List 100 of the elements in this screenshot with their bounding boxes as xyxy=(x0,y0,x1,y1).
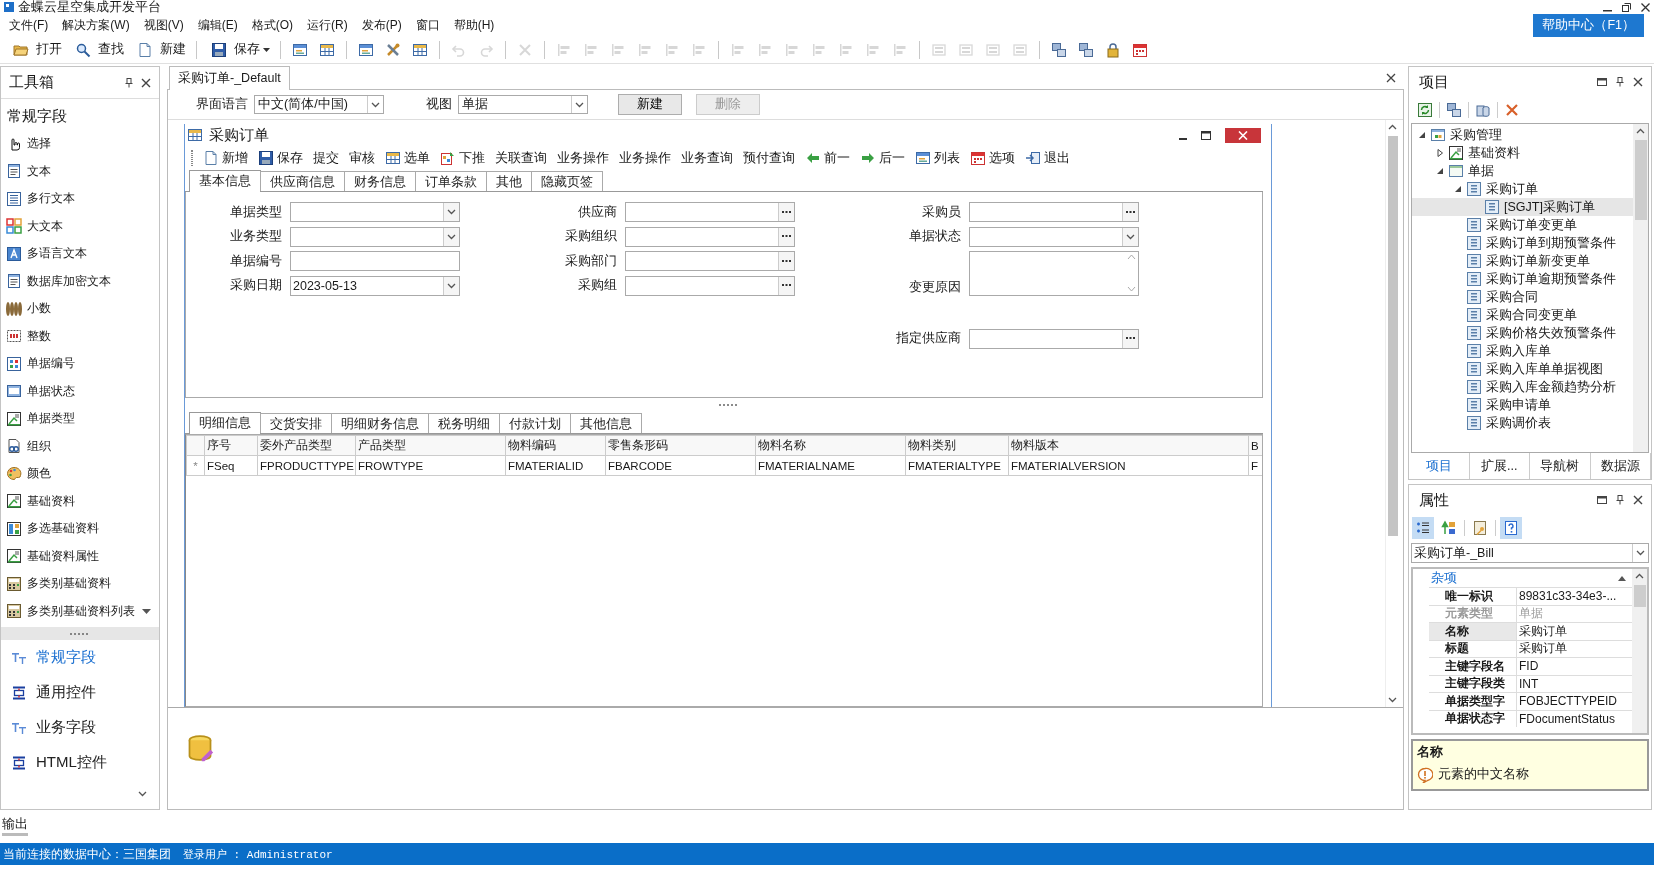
toolbar-button[interactable]: 查找 xyxy=(68,39,127,60)
chevron-down-icon[interactable] xyxy=(138,791,147,797)
dropdown-field[interactable]: 2023-05-13 xyxy=(290,275,460,296)
chevron-down-icon[interactable] xyxy=(447,233,456,240)
chevron-down-icon[interactable] xyxy=(1636,550,1645,556)
toolbar-button[interactable]: 打开 xyxy=(6,39,65,60)
scroll-up-icon[interactable] xyxy=(1635,573,1644,579)
toolbox-section[interactable]: HTML控件 xyxy=(1,745,159,780)
toolbar-button[interactable]: 列表 xyxy=(911,148,964,168)
tree-toggle-icon[interactable] xyxy=(1436,149,1444,157)
toolbar-button[interactable]: 新建 xyxy=(130,39,189,60)
tree-item[interactable]: 采购价格失效预警条件 xyxy=(1412,324,1633,342)
tab[interactable]: 项目 xyxy=(1409,453,1470,479)
pin-icon[interactable] xyxy=(1616,77,1624,87)
tree-item[interactable]: 采购合同 xyxy=(1412,288,1633,306)
scroll-up-icon[interactable] xyxy=(1636,128,1645,134)
delete-icon[interactable] xyxy=(1504,102,1520,118)
tab[interactable]: 财务信息 xyxy=(344,171,416,191)
menu-item[interactable]: 格式(O) xyxy=(244,14,300,36)
column-header[interactable]: 产品类型 xyxy=(355,435,506,456)
toolbar-button[interactable]: 业务查询 xyxy=(677,148,737,168)
calendar-icon[interactable] xyxy=(1132,41,1148,58)
tree-item[interactable]: 采购入库单 xyxy=(1412,342,1633,360)
toolbox-item[interactable]: 多类别基础资料 xyxy=(1,570,159,598)
database-stack-icon[interactable] xyxy=(1475,102,1491,118)
stacked-windows-icon[interactable] xyxy=(1051,41,1067,58)
grid-icon[interactable] xyxy=(319,41,335,58)
toolbox-item[interactable]: 单据类型 xyxy=(1,405,159,433)
output-tab[interactable]: 输出 xyxy=(2,815,28,836)
dropdown-field[interactable] xyxy=(290,226,460,247)
tab[interactable]: 导航树 xyxy=(1530,453,1591,479)
tree-item[interactable]: 采购申请单 xyxy=(1412,396,1633,414)
toolbox-item[interactable]: 多类别基础资料列表 xyxy=(1,597,159,625)
toolbar-button[interactable]: 预付查询 xyxy=(739,148,799,168)
chevron-down-icon[interactable] xyxy=(1126,233,1135,240)
dropdown-field[interactable] xyxy=(290,202,460,222)
lookup-field[interactable] xyxy=(625,226,795,247)
tab[interactable]: 基本信息 xyxy=(189,170,261,192)
tree-toggle-icon[interactable] xyxy=(1454,185,1462,193)
close-icon[interactable] xyxy=(1633,495,1643,505)
tree-item[interactable]: 采购订单变更单 xyxy=(1412,216,1633,234)
menu-item[interactable]: 帮助(H) xyxy=(446,14,502,36)
lookup-field[interactable] xyxy=(625,275,795,296)
ellipsis-icon[interactable] xyxy=(1126,210,1135,214)
toolbox-section[interactable]: 业务字段 xyxy=(1,710,159,745)
toolbox-item[interactable]: 多选基础资料 xyxy=(1,515,159,543)
toolbar-button[interactable]: 审核 xyxy=(345,148,379,168)
tree-toggle-icon[interactable] xyxy=(1418,131,1426,139)
property-value[interactable]: 采购订单 xyxy=(1517,623,1632,640)
toolbox-item[interactable]: 基础资料 xyxy=(1,487,159,515)
tab[interactable]: 订单条款 xyxy=(415,171,487,191)
toolbox-item[interactable]: 大文本 xyxy=(1,212,159,240)
stacked-windows-icon[interactable] xyxy=(1078,41,1094,58)
menu-item[interactable]: 解决方案(W) xyxy=(55,14,137,36)
ellipsis-icon[interactable] xyxy=(1126,337,1135,340)
tree-item[interactable]: 采购订单逾期预警条件 xyxy=(1412,270,1633,288)
lookup-field[interactable] xyxy=(969,328,1139,349)
tree-item[interactable]: 采购入库单单据视图 xyxy=(1412,360,1633,378)
scroll-up-icon[interactable] xyxy=(1388,124,1397,130)
tree-toggle-icon[interactable] xyxy=(1436,167,1444,175)
menu-item[interactable]: 发布(P) xyxy=(354,14,409,36)
menu-item[interactable]: 编辑(E) xyxy=(190,14,245,36)
column-header[interactable]: 物料编码 xyxy=(505,435,606,456)
tab[interactable]: 交货安排 xyxy=(260,413,332,433)
chevron-down-icon[interactable] xyxy=(371,101,380,108)
property-value[interactable]: 采购订单 xyxy=(1517,640,1632,657)
toolbar-dropdown-button[interactable]: 保存 xyxy=(204,39,273,60)
ellipsis-icon[interactable] xyxy=(782,284,791,287)
app-icon[interactable] xyxy=(4,2,14,12)
toolbox-item[interactable]: 组织 xyxy=(1,432,159,460)
toolbar-button[interactable]: 前一 xyxy=(801,148,854,168)
property-name[interactable]: 标题 xyxy=(1429,640,1517,657)
tree-item[interactable]: 基础资料 xyxy=(1412,144,1633,162)
column-header[interactable]: 物料类别 xyxy=(905,435,1009,456)
menu-item[interactable]: 文件(F) xyxy=(2,14,56,36)
close-icon[interactable] xyxy=(1633,77,1643,87)
tab[interactable]: 明细财务信息 xyxy=(331,413,429,433)
dropdown-field[interactable]: 中文(简体/中国) xyxy=(254,95,384,114)
property-value[interactable]: 89831c33-34e3-... xyxy=(1517,588,1632,605)
stacked-windows-icon[interactable] xyxy=(1446,102,1462,118)
chevron-down-icon[interactable] xyxy=(447,209,456,215)
toolbar-toggle-button[interactable] xyxy=(1500,517,1522,539)
tab[interactable]: 明细信息 xyxy=(189,412,261,434)
property-name[interactable]: 主键字段名 xyxy=(1429,658,1517,675)
scroll-down-icon[interactable] xyxy=(1388,697,1397,703)
tab[interactable]: 隐藏页签 xyxy=(531,171,603,191)
ellipsis-icon[interactable] xyxy=(782,235,791,238)
dropdown-field[interactable]: 单据 xyxy=(458,95,588,114)
toolbar-button[interactable]: 新增 xyxy=(199,148,252,168)
property-value[interactable]: FOBJECTTYPEID xyxy=(1517,693,1632,710)
property-value[interactable]: INT xyxy=(1517,675,1632,692)
column-header[interactable]: 物料版本 xyxy=(1008,435,1249,456)
tab[interactable]: 供应商信息 xyxy=(260,171,345,191)
window-icon[interactable] xyxy=(358,41,374,58)
dropdown-field[interactable]: 采购订单-_Bill xyxy=(1411,543,1649,563)
input-field[interactable] xyxy=(290,251,460,271)
tree-item[interactable]: 采购订单到期预警条件 xyxy=(1412,234,1633,252)
scroll-thumb[interactable] xyxy=(1633,585,1646,607)
toolbar-button[interactable]: 选项 xyxy=(966,148,1019,168)
column-header[interactable]: 序号 xyxy=(204,435,258,456)
